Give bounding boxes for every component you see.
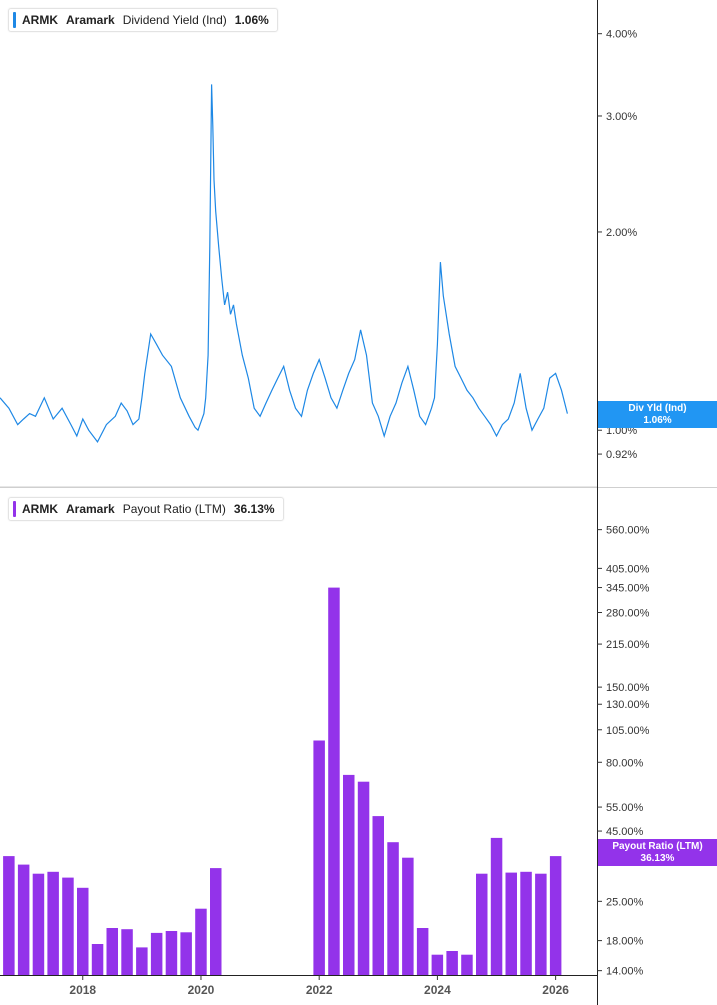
bottom-y-tick-label: 405.00% — [606, 563, 650, 575]
payout-bar — [62, 877, 74, 975]
top-y-tick-label: 4.00% — [606, 29, 637, 41]
x-tick-label: 2018 — [69, 983, 96, 997]
dividend-yield-line — [0, 84, 568, 444]
bottom-y-tick-label: 18.00% — [606, 936, 644, 948]
payout-bar — [47, 871, 59, 975]
yield-value-badge: Div Yld (Ind) 1.06% — [598, 401, 717, 428]
payout-bar — [490, 837, 503, 975]
legend-value: 1.06% — [234, 13, 269, 27]
x-tick-label: 2026 — [542, 983, 569, 997]
bottom-y-tick-label: 280.00% — [606, 608, 650, 620]
bottom-y-tick-label: 105.00% — [606, 725, 650, 737]
top-y-tick-label: 0.92% — [606, 449, 637, 461]
payout-bar — [461, 954, 473, 975]
bottom-legend: ARMK Aramark Payout Ratio (LTM) 36.13% — [8, 497, 284, 521]
payout-bar — [357, 781, 370, 975]
payout-bar — [106, 928, 118, 975]
payout-bar — [136, 947, 148, 975]
payout-bar — [446, 951, 458, 975]
payout-bar — [549, 856, 562, 975]
bottom-y-tick-label: 215.00% — [606, 639, 650, 651]
badge-value: 1.06% — [643, 415, 672, 426]
legend-ticker: ARMK — [22, 13, 58, 27]
payout-bar — [505, 872, 517, 975]
top-y-axis: 4.00%3.00%2.00%1.00%0.92% — [597, 29, 637, 461]
payout-bar — [121, 929, 133, 975]
legend-metric: Payout Ratio (LTM) — [122, 502, 226, 516]
payout-bar — [150, 932, 163, 975]
bottom-y-tick-label: 560.00% — [606, 525, 650, 537]
bottom-y-tick-label: 25.00% — [606, 896, 644, 908]
line-swatch — [13, 12, 16, 28]
bottom-y-tick-label: 80.00% — [606, 757, 644, 769]
payout-bar — [3, 856, 15, 975]
payout-bar — [416, 928, 429, 975]
top-legend: ARMK Aramark Dividend Yield (Ind) 1.06% — [8, 8, 278, 32]
payout-bar — [372, 816, 384, 975]
payout-bar — [431, 954, 444, 975]
payout-bar — [387, 842, 399, 975]
badge-value: 36.13% — [640, 853, 675, 864]
payout-bar — [328, 587, 340, 975]
payout-value-badge: Payout Ratio (LTM) 36.13% — [598, 839, 717, 866]
badge-label: Payout Ratio (LTM) — [612, 841, 703, 852]
legend-company: Aramark — [66, 13, 115, 27]
payout-ratio-bars — [3, 587, 562, 975]
payout-bar — [520, 871, 532, 975]
top-y-tick-label: 3.00% — [606, 111, 637, 123]
payout-bar — [17, 864, 30, 975]
payout-bar — [77, 887, 89, 975]
payout-bar — [313, 740, 325, 975]
x-axis: 2018 2020 2022 2024 2026 — [69, 975, 569, 997]
payout-bar — [476, 873, 488, 975]
payout-bar — [195, 908, 207, 975]
legend-company: Aramark — [66, 502, 115, 516]
payout-bar — [343, 774, 355, 975]
bottom-y-tick-label: 150.00% — [606, 682, 650, 694]
legend-metric: Dividend Yield (Ind) — [122, 13, 227, 27]
bottom-y-tick-label: 55.00% — [606, 802, 644, 814]
bottom-y-tick-label: 345.00% — [606, 583, 650, 595]
payout-bar — [165, 931, 178, 975]
bottom-y-tick-label: 45.00% — [606, 826, 644, 838]
x-tick-label: 2022 — [306, 983, 333, 997]
legend-value: 36.13% — [233, 502, 275, 516]
legend-ticker: ARMK — [22, 502, 58, 516]
payout-bar — [91, 944, 104, 975]
bottom-y-tick-label: 14.00% — [606, 966, 644, 978]
payout-bar — [32, 873, 45, 975]
payout-bar — [210, 868, 222, 975]
badge-label: Div Yld (Ind) — [628, 403, 687, 414]
payout-bar — [535, 873, 547, 975]
payout-bar — [180, 932, 192, 975]
payout-bar — [402, 857, 414, 975]
bottom-y-tick-label: 130.00% — [606, 699, 650, 711]
x-tick-label: 2024 — [424, 983, 451, 997]
x-tick-label: 2020 — [188, 983, 215, 997]
top-y-tick-label: 2.00% — [606, 227, 637, 239]
bar-swatch — [13, 501, 16, 517]
bottom-y-axis: 560.00% 405.00% 345.00% 280.00% 215.00% 150.0… — [597, 525, 650, 978]
